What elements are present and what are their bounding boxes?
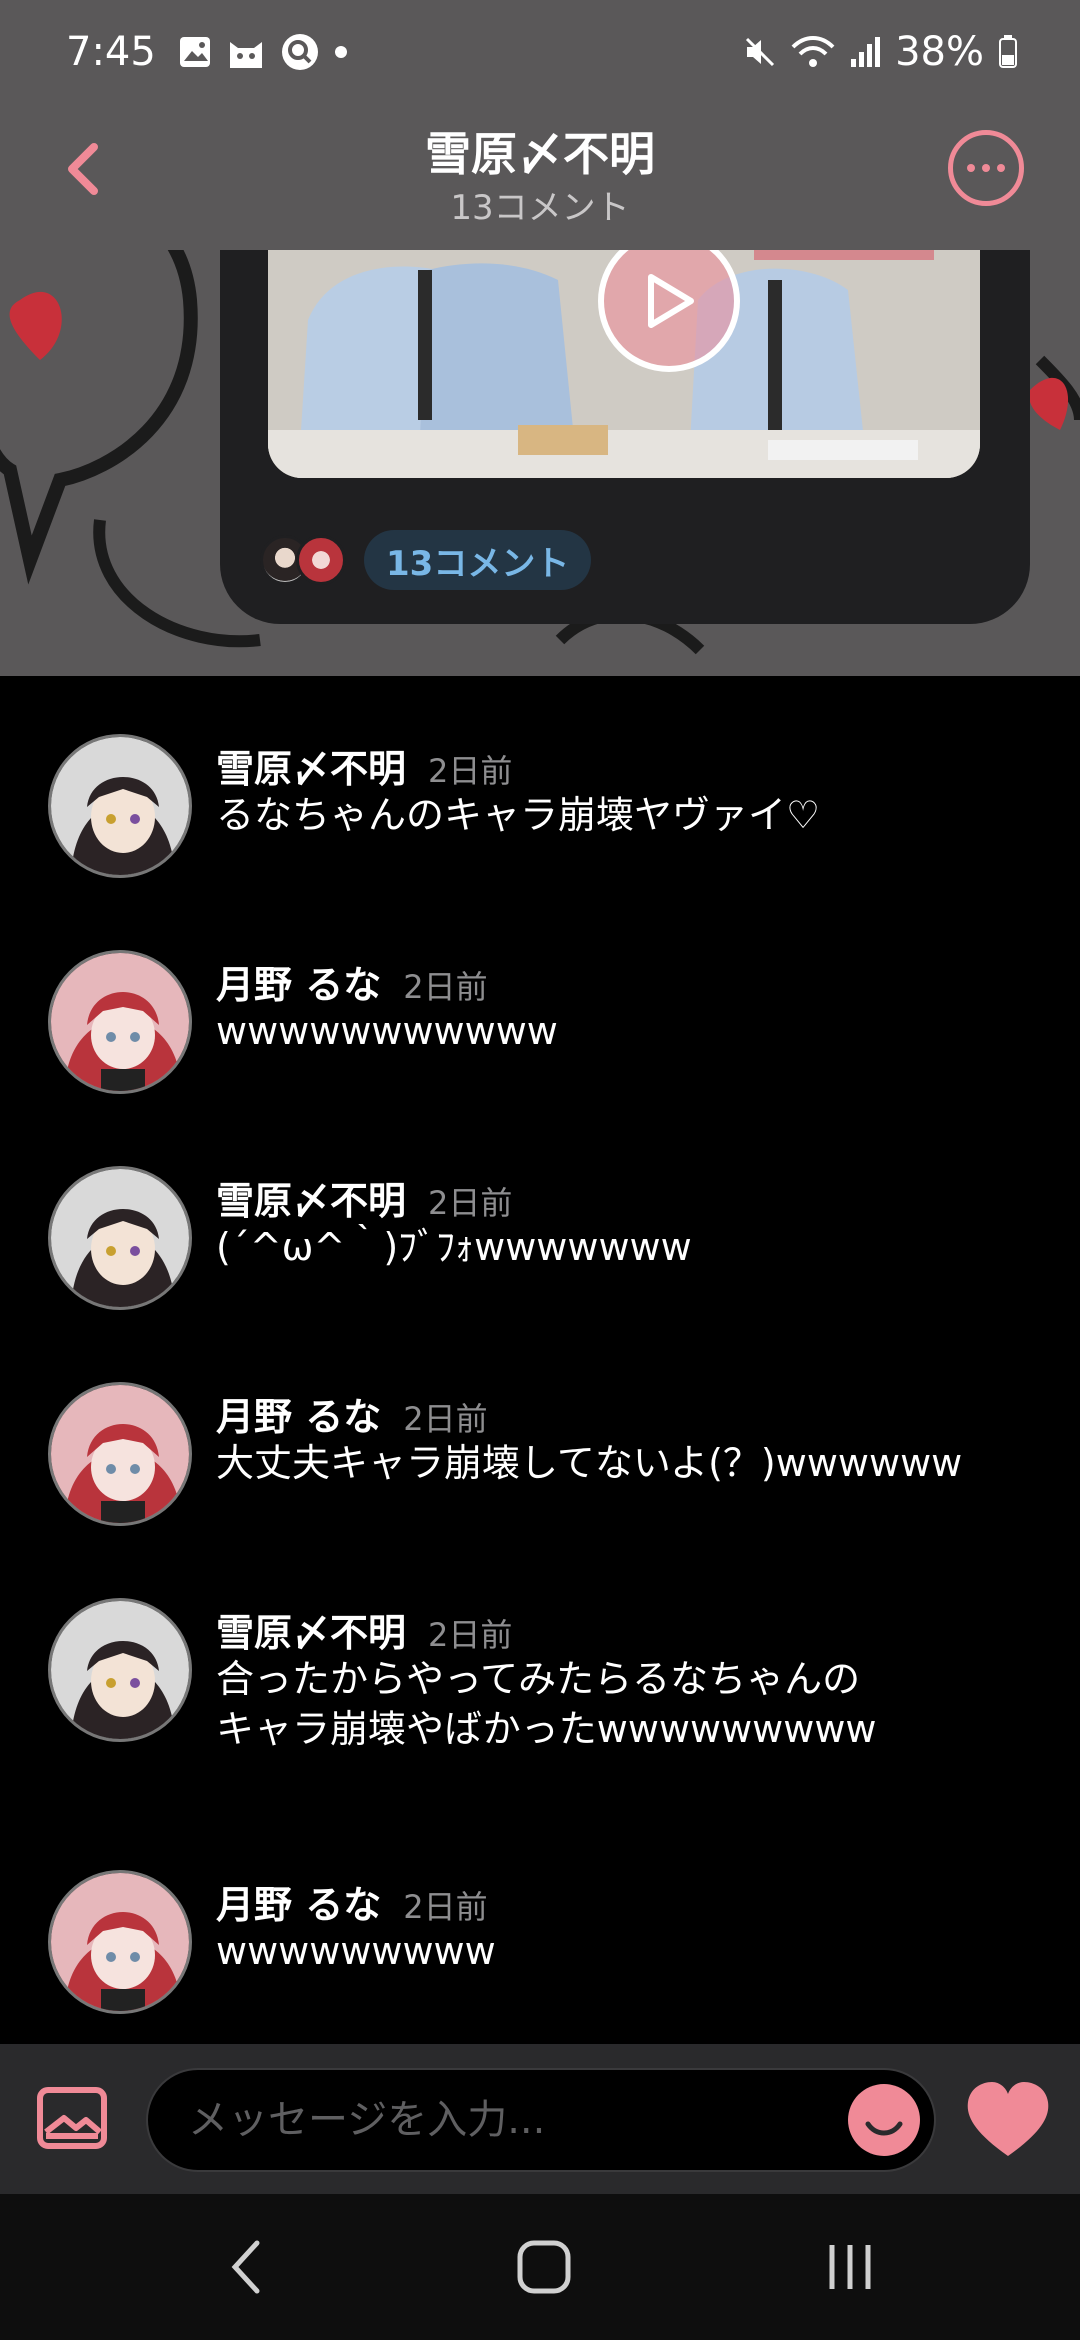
- comment-author[interactable]: 雪原〆不明: [216, 738, 406, 793]
- comment-time: 2日前: [403, 1888, 488, 1926]
- comment-count: 13コメント: [450, 188, 630, 228]
- avatar[interactable]: [48, 1382, 192, 1526]
- emoji-button[interactable]: [848, 2084, 920, 2156]
- wifi-icon: [791, 35, 835, 69]
- participant-avatar: [296, 535, 346, 585]
- comment-time: 2日前: [403, 1400, 488, 1438]
- comment-author[interactable]: 月野 るな: [216, 1386, 381, 1441]
- comment-item: 雪原〆不明 2日前 (´^ω^｀)ﾌﾞﾌｫwwwwwww: [0, 1130, 1080, 1310]
- avatar[interactable]: [48, 734, 192, 878]
- message-input[interactable]: [188, 2070, 788, 2170]
- comment-author[interactable]: 雪原〆不明: [216, 1602, 406, 1657]
- comment-author[interactable]: 雪原〆不明: [216, 1170, 406, 1225]
- avatar[interactable]: [48, 1598, 192, 1742]
- avatar[interactable]: [48, 1166, 192, 1310]
- avatar[interactable]: [48, 950, 192, 1094]
- dot-icon: [334, 45, 348, 59]
- nav-home-button[interactable]: [504, 2230, 584, 2304]
- comment-author[interactable]: 月野 るな: [216, 954, 381, 1009]
- nav-recents-icon: [829, 2245, 871, 2289]
- mute-icon: [743, 35, 777, 69]
- battery-percent: 38%: [895, 29, 984, 75]
- battery-icon: [998, 35, 1018, 69]
- play-button[interactable]: [598, 230, 740, 372]
- more-options-button[interactable]: [948, 130, 1024, 206]
- comment-text: wwwwwwwww: [216, 1929, 496, 1973]
- chat-header: 雪原〆不明 13コメント: [0, 104, 1080, 250]
- like-button[interactable]: [964, 2080, 1052, 2160]
- nav-home-icon: [517, 2240, 571, 2294]
- cat-icon: [226, 34, 266, 70]
- attach-image-button[interactable]: [36, 2086, 108, 2150]
- nav-recents-button[interactable]: [810, 2230, 890, 2304]
- message-input-bar: [0, 2044, 1080, 2194]
- comment-text: wwwwwwwwwww: [216, 1009, 558, 1053]
- comment-item: 月野 るな 2日前 wwwwwwwww: [0, 1818, 1080, 2014]
- post-card[interactable]: 13コメント: [220, 200, 1030, 624]
- comment-item: 月野 るな 2日前 wwwwwwwwwww: [0, 914, 1080, 1094]
- post-card-footer: 13コメント: [260, 530, 592, 590]
- comment-text: るなちゃんのキャラ崩壊ヤヴァイ♡: [216, 793, 821, 837]
- comment-time: 2日前: [403, 968, 488, 1006]
- play-icon: [648, 274, 694, 328]
- comment-time: 2日前: [428, 1616, 513, 1654]
- comment-item: 月野 るな 2日前 大丈夫キャラ崩壊してないよ(？)wwwwww: [0, 1346, 1080, 1526]
- status-bar: 7:45 38%: [0, 0, 1080, 104]
- search-app-icon: [280, 32, 320, 72]
- nav-back-icon: [231, 2240, 260, 2294]
- avatar[interactable]: [48, 1870, 192, 2014]
- heart-icon: [967, 2082, 1049, 2156]
- smiley-icon: [865, 2121, 903, 2136]
- gallery-icon: [178, 35, 212, 69]
- nav-back-button[interactable]: [210, 2230, 280, 2304]
- more-dots-icon: [967, 164, 975, 172]
- comment-text: 合ったからやってみたらるなちゃんの キャラ崩壊やばかったwwwwwwwww: [216, 1657, 877, 1751]
- comment-count-chip[interactable]: 13コメント: [364, 530, 592, 590]
- comment-time: 2日前: [428, 1184, 513, 1222]
- image-icon: [37, 2087, 107, 2149]
- comment-author[interactable]: 月野 るな: [216, 1874, 381, 1929]
- comment-item: 雪原〆不明 2日前 合ったからやってみたらるなちゃんの キャラ崩壊やばかったww…: [0, 1562, 1080, 1782]
- page-title: 雪原〆不明: [425, 127, 655, 181]
- comment-item: 雪原〆不明 2日前 るなちゃんのキャラ崩壊ヤヴァイ♡: [0, 698, 1080, 878]
- status-time: 7:45: [66, 29, 156, 75]
- comment-time: 2日前: [428, 752, 513, 790]
- signal-icon: [849, 35, 881, 69]
- system-nav-bar: [0, 2194, 1080, 2340]
- message-box: [146, 2068, 936, 2172]
- comment-text: 大丈夫キャラ崩壊してないよ(？)wwwwww: [216, 1441, 963, 1485]
- comment-text: (´^ω^｀)ﾌﾞﾌｫwwwwwww: [216, 1225, 692, 1269]
